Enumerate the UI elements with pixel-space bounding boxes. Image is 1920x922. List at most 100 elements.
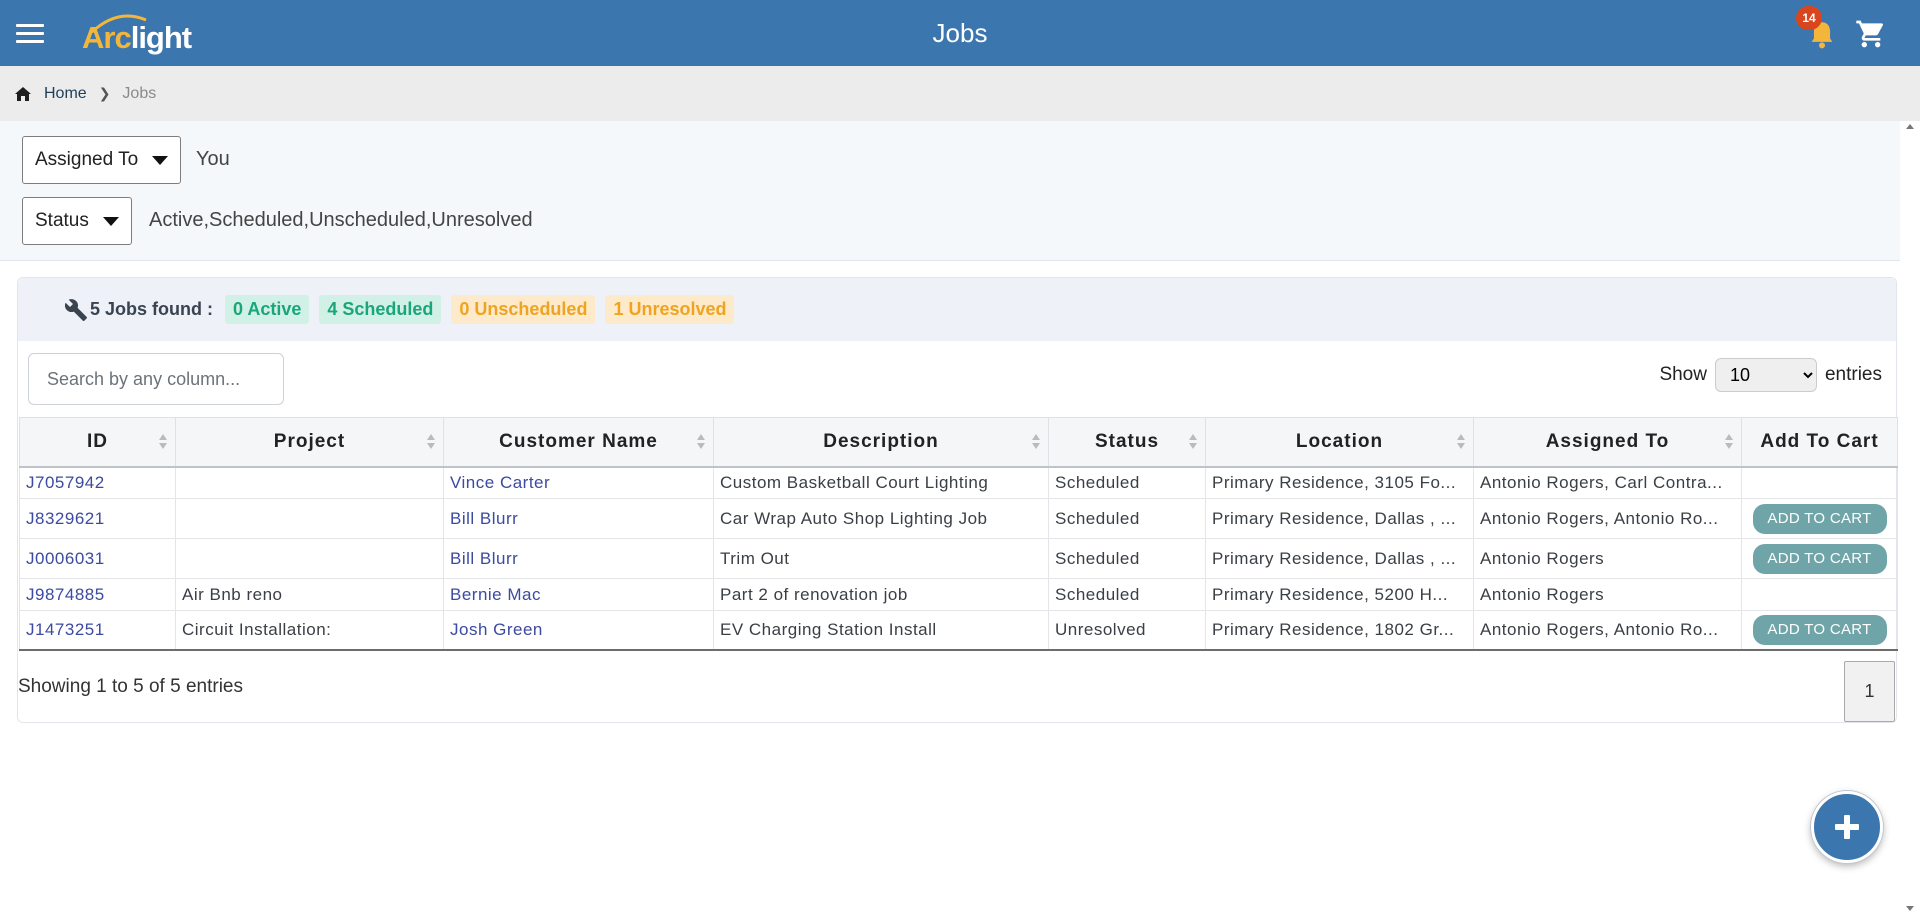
unscheduled-count-badge[interactable]: 0 Unscheduled	[451, 295, 596, 324]
column-header-location[interactable]: Location	[1205, 417, 1474, 468]
job-id-link[interactable]: J7057942	[26, 473, 105, 492]
project-cell	[175, 498, 444, 539]
assigned-to-filter-value: You	[196, 148, 230, 170]
column-header-status[interactable]: Status	[1048, 417, 1206, 468]
column-header-project[interactable]: Project	[175, 417, 444, 468]
column-header-description[interactable]: Description	[713, 417, 1049, 468]
project-cell	[175, 538, 444, 579]
entries-per-page-select[interactable]: 10	[1714, 358, 1817, 392]
status-filter-button[interactable]: Status	[22, 197, 132, 245]
customer-link[interactable]: Bill Blurr	[450, 549, 518, 568]
add-to-cart-button[interactable]: ADD TO CART	[1752, 614, 1887, 645]
sort-icon[interactable]	[1189, 434, 1197, 450]
sort-icon[interactable]	[159, 434, 167, 450]
caret-down-icon	[102, 216, 119, 226]
location-cell: Primary Residence, Dallas , ...	[1205, 538, 1474, 579]
job-id-link[interactable]: J8329621	[26, 509, 105, 528]
description-cell: Part 2 of renovation job	[713, 578, 1049, 611]
assigned-to-cell: Antonio Rogers	[1473, 578, 1742, 611]
table-row: J9874885 Air Bnb reno Bernie Mac Part 2 …	[19, 578, 1898, 611]
show-label: Show	[1659, 364, 1707, 385]
breadcrumb: Home ❯ Jobs	[0, 66, 1920, 121]
status-cell: Scheduled	[1048, 538, 1206, 579]
status-cell: Scheduled	[1048, 578, 1206, 611]
sort-icon[interactable]	[697, 434, 705, 450]
unresolved-count-badge[interactable]: 1 Unresolved	[605, 295, 735, 324]
customer-link[interactable]: Josh Green	[450, 620, 543, 639]
breadcrumb-current: Jobs	[122, 84, 157, 102]
scroll-up-arrow-icon[interactable]	[1906, 124, 1914, 129]
table-row: J8329621 Bill Blurr Car Wrap Auto Shop L…	[19, 498, 1898, 539]
sort-icon[interactable]	[1032, 434, 1040, 450]
job-id-link[interactable]: J9874885	[26, 585, 105, 604]
customer-link[interactable]: Bill Blurr	[450, 509, 518, 528]
jobs-panel: 5 Jobs found : 0 Active 4 Scheduled 0 Un…	[17, 277, 1898, 723]
breadcrumb-home-link[interactable]: Home	[44, 85, 87, 103]
search-input[interactable]	[28, 353, 284, 405]
plus-icon	[1835, 815, 1859, 839]
customer-link[interactable]: Bernie Mac	[450, 585, 541, 604]
column-header-label: Description	[823, 430, 939, 452]
column-header-label: Customer Name	[499, 430, 658, 452]
project-cell: Circuit Installation:	[175, 610, 444, 651]
add-to-cart-cell: ADD TO CART	[1741, 610, 1898, 651]
sort-icon[interactable]	[1457, 434, 1465, 450]
notification-badge[interactable]: 14	[1796, 6, 1822, 30]
logo-arc-text: Arc	[82, 20, 132, 55]
chevron-right-icon: ❯	[98, 85, 111, 101]
location-cell: Primary Residence, 5200 H...	[1205, 578, 1474, 611]
job-id-link[interactable]: J1473251	[26, 620, 105, 639]
sort-icon[interactable]	[427, 434, 435, 450]
add-to-cart-cell: ADD TO CART	[1741, 538, 1898, 579]
entries-label: entries	[1824, 364, 1882, 385]
column-header-label: Location	[1295, 430, 1384, 452]
wrench-icon	[64, 298, 87, 321]
location-cell: Primary Residence, Dallas , ...	[1205, 498, 1474, 539]
column-header-label: Assigned To	[1545, 430, 1670, 452]
page-title: Jobs	[932, 18, 988, 48]
assigned-to-filter-button[interactable]: Assigned To	[22, 136, 182, 184]
caret-down-icon	[152, 155, 169, 165]
sort-icon[interactable]	[1725, 434, 1733, 450]
location-cell: Primary Residence, 1802 Gr...	[1205, 610, 1474, 651]
add-to-cart-button[interactable]: ADD TO CART	[1752, 543, 1887, 574]
project-cell	[175, 466, 444, 499]
logo-light-text: light	[130, 20, 192, 55]
assigned-to-cell: Antonio Rogers, Antonio Ro...	[1473, 498, 1742, 539]
column-header-id[interactable]: ID	[19, 417, 176, 468]
column-header-assigned-to[interactable]: Assigned To	[1473, 417, 1742, 468]
status-cell: Unresolved	[1048, 610, 1206, 651]
jobs-summary: 5 Jobs found : 0 Active 4 Scheduled 0 Un…	[18, 278, 1896, 341]
assigned-to-cell: Antonio Rogers	[1473, 538, 1742, 579]
column-header-label: ID	[87, 430, 108, 452]
scroll-down-arrow-icon[interactable]	[1906, 906, 1914, 911]
column-header-add-to-cart: Add To Cart	[1741, 417, 1898, 468]
active-count-badge[interactable]: 0 Active	[225, 295, 310, 324]
top-bar: Arclight Jobs 14	[0, 0, 1920, 66]
add-to-cart-button[interactable]: ADD TO CART	[1752, 503, 1887, 534]
logo-text: Arclight	[82, 20, 192, 56]
show-entries: Show 10 entries	[1659, 358, 1882, 392]
add-to-cart-cell	[1741, 466, 1898, 499]
location-cell: Primary Residence, 3105 Fo...	[1205, 466, 1474, 499]
menu-icon[interactable]	[16, 24, 44, 44]
filter-bar: Assigned To You Status Active,Scheduled,…	[0, 121, 1900, 261]
column-header-customer-name[interactable]: Customer Name	[443, 417, 714, 468]
home-icon[interactable]	[14, 86, 32, 102]
jobs-found-text: 5 Jobs found :	[90, 299, 213, 319]
column-header-label: Add To Cart	[1760, 430, 1879, 452]
pagination-info: Showing 1 to 5 of 5 entries	[18, 676, 243, 697]
add-job-fab-button[interactable]	[1811, 791, 1883, 863]
assigned-to-filter-label: Assigned To	[35, 149, 139, 170]
cart-icon[interactable]	[1855, 18, 1887, 50]
page-button[interactable]: 1	[1844, 661, 1895, 722]
column-header-label: Status	[1094, 430, 1160, 452]
scheduled-count-badge[interactable]: 4 Scheduled	[319, 295, 442, 324]
description-cell: EV Charging Station Install	[713, 610, 1049, 651]
add-to-cart-cell: ADD TO CART	[1741, 498, 1898, 539]
assigned-to-cell: Antonio Rogers, Antonio Ro...	[1473, 610, 1742, 651]
customer-link[interactable]: Vince Carter	[450, 473, 550, 492]
app-logo[interactable]: Arclight	[82, 12, 192, 56]
description-cell: Trim Out	[713, 538, 1049, 579]
job-id-link[interactable]: J0006031	[26, 549, 105, 568]
